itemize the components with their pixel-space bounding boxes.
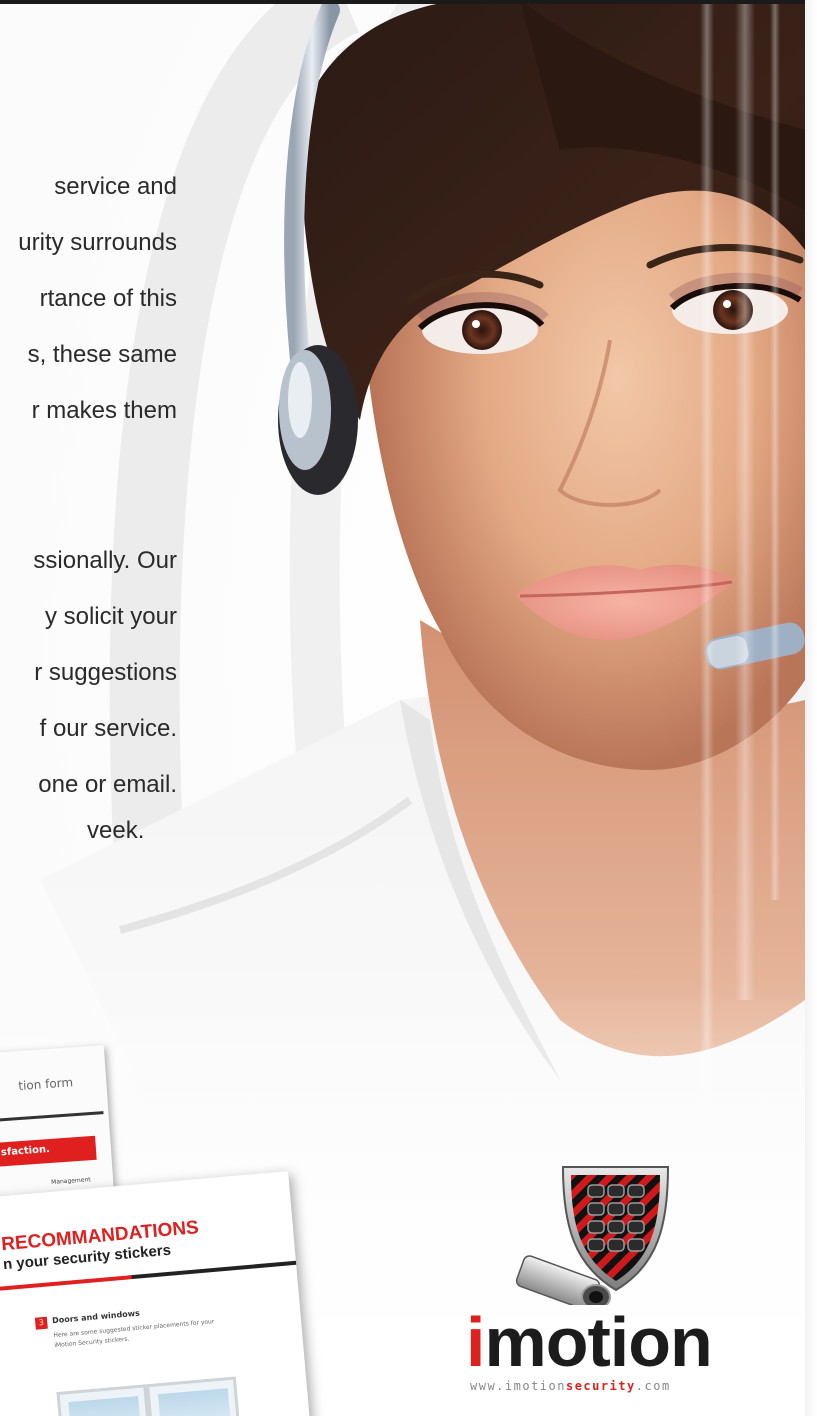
logo-wordmark: imotion	[466, 1307, 713, 1377]
recommendations-brochure: RECOMMANDATIONS n your security stickers…	[0, 1171, 311, 1416]
right-edge	[805, 0, 817, 1416]
logo-url-prefix: www.imotion	[470, 1379, 566, 1393]
logo-letter-i: i	[466, 1303, 485, 1381]
paragraph-2-line: ssionally. Our	[33, 547, 177, 574]
paragraph-2-line: one or email.	[38, 771, 177, 798]
paragraph-1-line: urity surrounds	[18, 229, 177, 256]
page: service and urity surrounds rtance of th…	[0, 0, 817, 1416]
paragraph-1-line: service and	[54, 173, 177, 200]
paragraph-2-line: veek.	[87, 817, 145, 844]
top-border	[0, 0, 817, 4]
brochure-title: tion form	[17, 1075, 74, 1094]
logo-url-bold: security	[565, 1379, 636, 1393]
step-title: Doors and windows	[51, 1308, 141, 1326]
paragraph-2: ssionally. Our y solicit your r suggesti…	[0, 546, 177, 846]
paragraph-1-line: rtance of this	[39, 285, 177, 312]
paragraph-2-line: y solicit your	[44, 603, 177, 630]
logo-url: www.imotionsecurity.com	[470, 1379, 671, 1393]
brochure-rule	[0, 1111, 104, 1125]
logo-url-suffix: .com	[635, 1379, 671, 1393]
shield-keypad-icon	[515, 1166, 670, 1305]
brochure-red-bar: sfaction.	[0, 1135, 97, 1170]
paragraph-1: service and urity surrounds rtance of th…	[0, 172, 177, 424]
window-illustration	[56, 1376, 242, 1416]
step-badge: 3	[34, 1316, 48, 1330]
logo-word-rest: motion	[484, 1303, 712, 1381]
paragraph-1-line: r makes them	[31, 397, 177, 424]
brochure-bar-text: sfaction.	[0, 1144, 51, 1159]
step-number: 3	[38, 1317, 45, 1328]
paragraph-2-line: f our service.	[39, 715, 177, 742]
paragraph-1-line: s, these same	[27, 341, 177, 368]
imotion-logo: imotion www.imotionsecurity.com	[466, 1155, 766, 1400]
brochure-small-label: Management	[50, 1176, 91, 1186]
paragraph-2-line: r suggestions	[34, 659, 177, 686]
